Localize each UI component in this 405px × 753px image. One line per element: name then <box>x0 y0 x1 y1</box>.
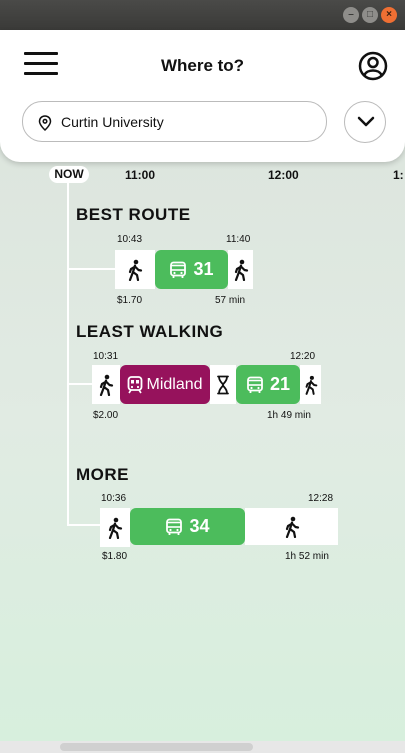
scrollbar-thumb[interactable] <box>60 743 253 751</box>
arrive-time: 12:28 <box>308 493 334 504</box>
chevron-down-icon <box>357 116 375 127</box>
train-segment[interactable]: Midland <box>120 365 210 404</box>
bus-segment[interactable]: 31 <box>155 250 228 289</box>
trip-duration: 57 min <box>215 295 246 306</box>
fare-cost: $1.80 <box>102 551 128 562</box>
best-route-heading: BEST ROUTE <box>76 205 191 224</box>
arrive-time: 12:20 <box>290 351 316 362</box>
arrive-time: 11:40 <box>226 234 251 245</box>
header-card: Where to? Curtin University <box>0 30 405 162</box>
train-line-name: Midland <box>146 375 203 393</box>
least-walking-heading: LEAST WALKING <box>76 322 224 341</box>
destination-search-field[interactable]: Curtin University <box>22 101 327 142</box>
trip-duration: 1h 49 min <box>267 410 311 421</box>
walk-segment[interactable] <box>300 365 321 404</box>
search-value: Curtin University <box>61 114 164 130</box>
walking-icon <box>128 259 143 281</box>
walking-icon <box>99 374 114 396</box>
bus-icon <box>166 518 183 535</box>
page-title: Where to? <box>160 56 245 75</box>
time-tick: 1: <box>393 168 404 182</box>
walking-icon <box>285 516 299 538</box>
bus-segment[interactable]: 34 <box>130 508 245 545</box>
walking-icon <box>305 375 317 395</box>
depart-time: 10:36 <box>101 493 127 504</box>
bus-icon <box>247 376 263 393</box>
options-dropdown-button[interactable] <box>344 101 386 143</box>
walking-icon <box>108 517 123 539</box>
user-account-button[interactable] <box>358 51 388 81</box>
close-window-button[interactable]: × <box>381 7 397 23</box>
more-heading: MORE <box>76 465 129 484</box>
location-pin-icon <box>38 115 52 131</box>
minimize-button[interactable]: – <box>343 7 359 23</box>
timeline-line <box>67 183 69 525</box>
hourglass-icon <box>217 375 229 394</box>
time-tick: 12:00 <box>268 168 299 182</box>
depart-time: 10:31 <box>93 351 119 362</box>
train-icon <box>128 375 143 393</box>
bus-segment[interactable]: 21 <box>236 365 300 404</box>
connector-line <box>67 524 101 526</box>
fare-cost: $2.00 <box>93 410 119 421</box>
bus-route-number: 31 <box>193 259 214 279</box>
walk-segment[interactable] <box>115 250 155 289</box>
walking-icon <box>234 259 248 281</box>
connector-line <box>67 268 115 270</box>
trip-duration: 1h 52 min <box>285 551 329 562</box>
user-icon <box>358 51 388 81</box>
wait-segment[interactable] <box>210 365 236 404</box>
time-tick: 11:00 <box>125 168 156 182</box>
fare-cost: $1.70 <box>117 295 143 306</box>
bus-route-number: 21 <box>269 374 291 394</box>
walk-segment[interactable] <box>228 250 253 289</box>
walk-segment[interactable] <box>100 508 130 547</box>
bus-icon <box>170 261 187 278</box>
bus-route-number: 34 <box>189 516 210 536</box>
walk-segment[interactable] <box>245 508 338 545</box>
depart-time: 10:43 <box>117 234 143 245</box>
maximize-button[interactable]: □ <box>362 7 378 23</box>
walk-segment[interactable] <box>92 365 120 404</box>
connector-line <box>67 383 93 385</box>
now-marker: NOW <box>49 166 89 183</box>
